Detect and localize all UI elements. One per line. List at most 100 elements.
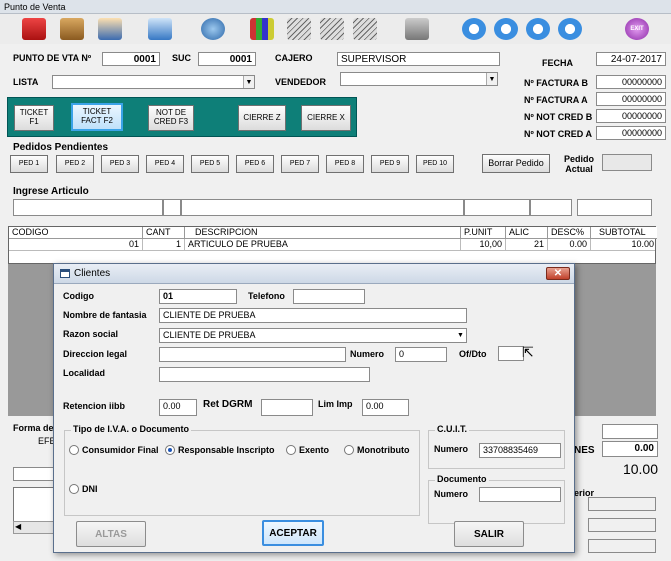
ofdto-input[interactable] (498, 346, 524, 361)
cell-subtotal[interactable]: 10.00 (591, 239, 657, 250)
pedido-button-1[interactable]: PED 1 (10, 155, 48, 173)
direccion-input[interactable] (159, 347, 346, 362)
fantasia-input[interactable]: CLIENTE DE PRUEBA (159, 308, 467, 323)
exit-icon[interactable]: EXIT (625, 18, 649, 40)
chart-icon[interactable] (250, 18, 274, 40)
altas-button[interactable]: ALTAS (76, 521, 146, 547)
cell-desc[interactable]: 0.00 (548, 239, 591, 250)
pedido-actual-field[interactable] (602, 154, 652, 171)
retencion-input[interactable]: 0.00 (159, 399, 197, 416)
vendedor-select[interactable]: ▼ (340, 72, 498, 86)
radio-exento[interactable]: Exento (286, 445, 329, 455)
fecha-field[interactable]: 24-07-2017 (596, 52, 666, 66)
chevron-down-icon[interactable]: ▼ (455, 329, 466, 342)
punto-field[interactable]: 0001 (102, 52, 160, 66)
documento-input[interactable] (479, 487, 561, 502)
radio-dot[interactable] (69, 445, 79, 455)
articulo-qty-input[interactable] (163, 199, 181, 216)
col-alic[interactable]: ALIC (506, 227, 548, 239)
articulo-desc-input[interactable] (181, 199, 464, 216)
close-icon[interactable]: ✕ (546, 267, 570, 280)
col-desc[interactable]: DESC% (548, 227, 591, 239)
aceptar-button[interactable]: ACEPTAR (262, 520, 324, 546)
factura-a-field[interactable]: 00000000 (596, 92, 666, 106)
pedido-button-10[interactable]: PED 10 (416, 155, 454, 173)
radio-consumidor-final[interactable]: Consumidor Final (69, 445, 159, 455)
radio-dni[interactable]: DNI (69, 484, 98, 494)
articulo-price-input[interactable] (464, 199, 530, 216)
chevron-down-icon[interactable]: ▼ (486, 73, 497, 85)
pedido-button-2[interactable]: PED 2 (56, 155, 94, 173)
numero-input[interactable]: 0 (395, 347, 447, 362)
ticket-fact-f2-button[interactable]: TICKET FACT F2 (71, 103, 123, 131)
radio-dot[interactable] (286, 445, 296, 455)
articulo-subtotal-input[interactable] (577, 199, 652, 216)
cell-cant[interactable]: 1 (143, 239, 185, 250)
scrollbar[interactable]: ◀ (13, 521, 55, 534)
cash-register-icon[interactable] (22, 18, 46, 40)
dgrm-input[interactable] (261, 399, 313, 416)
pedido-button-3[interactable]: PED 3 (101, 155, 139, 173)
lista-select[interactable]: ▼ (52, 75, 255, 89)
right-field-2[interactable] (588, 518, 656, 532)
col-descripcion[interactable]: DESCRIPCION (185, 227, 461, 239)
pedido-button-7[interactable]: PED 7 (281, 155, 319, 173)
chevron-down-icon[interactable]: ▼ (243, 76, 254, 88)
radio-dot[interactable] (165, 445, 175, 455)
col-codigo[interactable]: CODIGO (9, 227, 143, 239)
right-field-1[interactable] (588, 497, 656, 511)
boxes-icon[interactable] (60, 18, 84, 40)
suc-field[interactable]: 0001 (198, 52, 256, 66)
cuit-input[interactable]: 33708835469 (479, 443, 561, 458)
cierre-z-button[interactable]: CIERRE Z (238, 105, 286, 131)
gear-2-icon[interactable] (494, 18, 518, 40)
pago-field[interactable] (13, 467, 55, 481)
pedido-button-4[interactable]: PED 4 (146, 155, 184, 173)
cell-alic[interactable]: 21 (506, 239, 548, 250)
gear-1-icon[interactable] (462, 18, 486, 40)
gear-4-icon[interactable] (558, 18, 582, 40)
refresh-icon[interactable] (148, 18, 172, 40)
nes-field[interactable]: 0.00 (602, 441, 658, 457)
col-punit[interactable]: P.UNIT (461, 227, 506, 239)
cell-codigo[interactable]: 01 (9, 239, 143, 250)
col-cant[interactable]: CANT (143, 227, 185, 239)
cashier-icon[interactable] (98, 18, 122, 40)
radio-responsable-inscripto[interactable]: Responsable Inscripto (165, 445, 275, 455)
notes-2-icon[interactable] (320, 18, 344, 40)
articulo-alic-input[interactable] (530, 199, 572, 216)
radio-monotributo[interactable]: Monotributo (344, 445, 409, 455)
radio-dot[interactable] (69, 484, 79, 494)
radio-dot[interactable] (344, 445, 354, 455)
not-cred-b-field[interactable]: 00000000 (596, 109, 666, 123)
razon-select[interactable]: CLIENTE DE PRUEBA ▼ (159, 328, 467, 343)
limimp-input[interactable]: 0.00 (362, 399, 409, 416)
cell-punit[interactable]: 10,00 (461, 239, 506, 250)
borrar-pedido-button[interactable]: Borrar Pedido (482, 154, 550, 173)
right-field-3[interactable] (588, 539, 656, 553)
right-field-top[interactable] (602, 424, 658, 439)
articulo-code-input[interactable] (13, 199, 163, 216)
notes-3-icon[interactable] (353, 18, 377, 40)
cierre-x-button[interactable]: CIERRE X (301, 105, 351, 131)
telefono-input[interactable] (293, 289, 365, 304)
notes-icon[interactable] (287, 18, 311, 40)
pedido-button-5[interactable]: PED 5 (191, 155, 229, 173)
cell-descripcion[interactable]: ARTICULO DE PRUEBA (185, 239, 461, 250)
ticket-f1-button[interactable]: TICKET F1 (14, 105, 54, 131)
pago-list[interactable] (13, 487, 55, 525)
not-cred-a-field[interactable]: 00000000 (596, 126, 666, 140)
pedido-button-6[interactable]: PED 6 (236, 155, 274, 173)
pedido-button-8[interactable]: PED 8 (326, 155, 364, 173)
gear-3-icon[interactable] (526, 18, 550, 40)
salir-button[interactable]: SALIR (454, 521, 524, 547)
col-subtotal[interactable]: SUBTOTAL (591, 227, 657, 239)
factura-b-field[interactable]: 00000000 (596, 75, 666, 89)
not-cred-f3-button[interactable]: NOT DE CRED F3 (148, 105, 194, 131)
dollar-icon[interactable] (201, 18, 225, 40)
cajero-field[interactable]: SUPERVISOR (337, 52, 500, 66)
pedido-button-9[interactable]: PED 9 (371, 155, 409, 173)
localidad-input[interactable] (159, 367, 370, 382)
codigo-input[interactable]: 01 (159, 289, 237, 304)
drive-icon[interactable] (405, 18, 429, 40)
